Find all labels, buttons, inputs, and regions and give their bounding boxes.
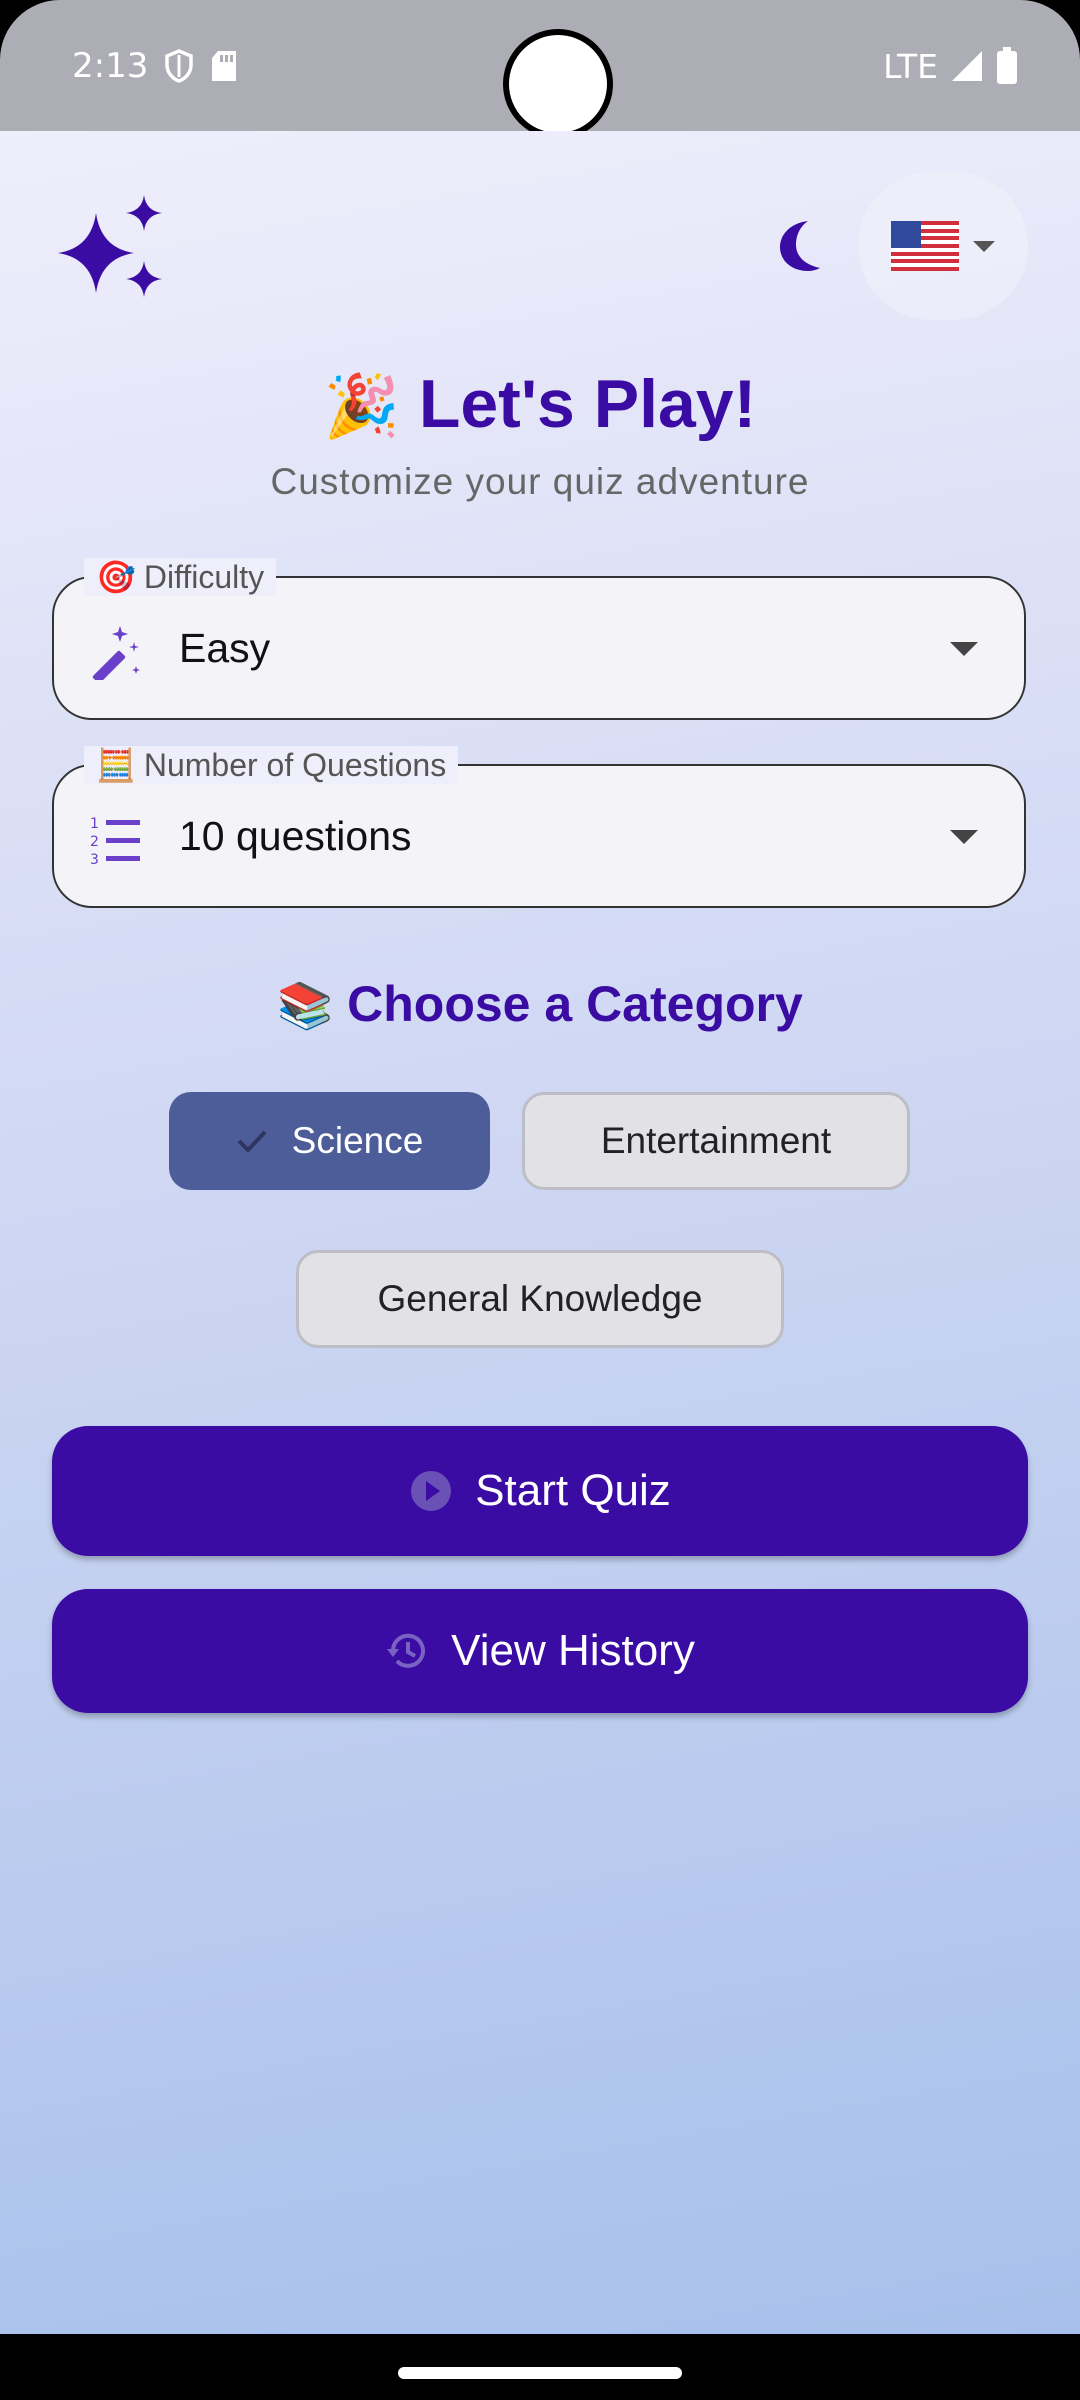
- title-text: Let's Play!: [418, 366, 757, 442]
- svg-text:2: 2: [90, 834, 99, 850]
- shield-icon: [165, 49, 194, 83]
- questions-value: 10 questions: [179, 812, 412, 859]
- moon-icon[interactable]: [774, 219, 822, 273]
- chip-label: Science: [291, 1120, 424, 1161]
- sparkles-icon: [58, 195, 162, 297]
- status-time: 2:13: [72, 46, 149, 86]
- status-bar: 2:13 LTE: [0, 0, 1080, 139]
- front-camera: [503, 29, 613, 139]
- abacus-emoji: 🧮: [96, 747, 136, 783]
- home-gesture-handle[interactable]: [398, 2367, 682, 2379]
- questions-dropdown[interactable]: 🧮 Number of Questions 1 2 3 10 questions: [52, 746, 1026, 908]
- difficulty-dropdown[interactable]: 🎯 Difficulty Easy: [52, 558, 1026, 720]
- chip-label: General Knowledge: [377, 1278, 703, 1319]
- status-left: 2:13: [72, 44, 238, 88]
- check-icon: [237, 1130, 267, 1153]
- view-history-label: View History: [451, 1626, 695, 1675]
- battery-icon: [997, 47, 1017, 84]
- start-quiz-label: Start Quiz: [475, 1466, 671, 1515]
- us-flag-icon: [891, 221, 959, 271]
- category-heading-text: Choose a Category: [347, 976, 803, 1032]
- party-popper-emoji: 🎉: [323, 372, 400, 440]
- caret-down-icon: [973, 240, 995, 252]
- chevron-down-icon: [950, 830, 978, 844]
- status-right: LTE: [883, 44, 1018, 88]
- category-chip-science[interactable]: Science: [169, 1092, 490, 1190]
- category-chip-entertainment[interactable]: Entertainment: [522, 1092, 910, 1190]
- page-subtitle: Customize your quiz adventure: [270, 461, 810, 502]
- svg-text:3: 3: [90, 852, 99, 868]
- page-title: 🎉 Let's Play!: [0, 365, 1080, 443]
- category-heading: 📚 Choose a Category: [0, 975, 1080, 1033]
- target-emoji: 🎯: [96, 559, 136, 595]
- signal-icon: [952, 51, 982, 81]
- view-history-button[interactable]: View History: [52, 1589, 1028, 1713]
- books-emoji: 📚: [277, 980, 334, 1031]
- chevron-down-icon: [950, 642, 978, 656]
- language-selector[interactable]: [858, 172, 1028, 320]
- sd-card-icon: [212, 51, 237, 81]
- magic-wand-icon: [92, 626, 140, 680]
- play-circle-icon: [411, 1471, 452, 1511]
- svg-text:1: 1: [90, 816, 99, 832]
- difficulty-value: Easy: [179, 624, 271, 671]
- phone-screen: 2:13 LTE 🎉 Let's Play! Customize your qu…: [0, 0, 1080, 2400]
- history-icon: [387, 1633, 426, 1668]
- start-quiz-button[interactable]: Start Quiz: [52, 1426, 1028, 1556]
- network-type: LTE: [883, 46, 938, 86]
- chip-label: Entertainment: [600, 1120, 832, 1161]
- category-chip-general-knowledge[interactable]: General Knowledge: [296, 1250, 784, 1348]
- numbered-list-icon: 1 2 3: [90, 816, 140, 868]
